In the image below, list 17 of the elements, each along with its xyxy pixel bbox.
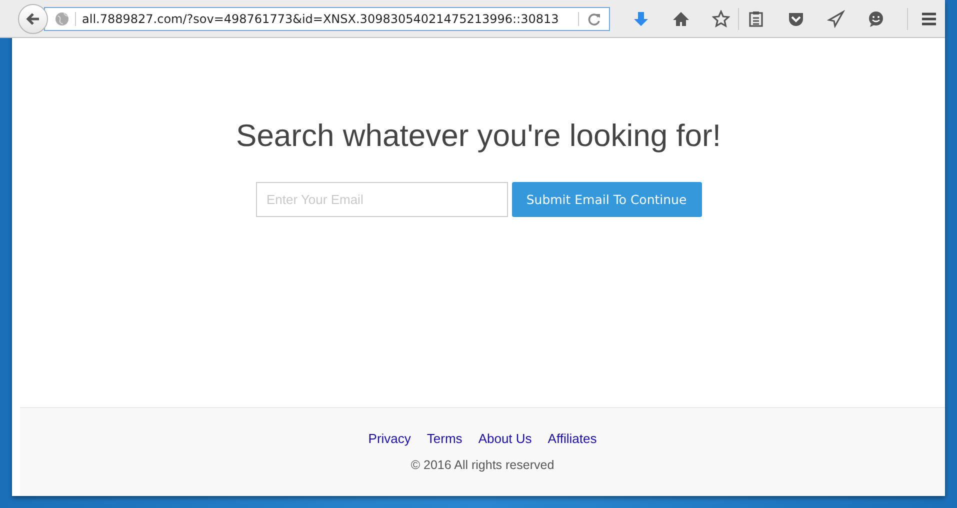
address-bar[interactable]: all.7889827.com/?sov=498761773&id=XNSX.30983054021475213996::30813 xyxy=(44,6,610,30)
globe-icon xyxy=(55,12,69,26)
footer-link[interactable]: Terms xyxy=(426,431,462,446)
paper-plane-icon[interactable] xyxy=(827,10,845,28)
home-icon[interactable] xyxy=(672,10,690,28)
url-text: all.7889827.com/?sov=498761773&id=XNSX.30983054021475213996::30813 xyxy=(75,12,578,26)
smiley-bubble-icon[interactable] xyxy=(867,10,885,28)
download-arrow-icon[interactable] xyxy=(632,10,650,28)
footer-link[interactable]: Privacy xyxy=(368,431,411,446)
copyright-text: © 2016 All rights reserved xyxy=(410,458,554,472)
back-arrow-icon xyxy=(25,10,41,26)
page-heading: Search whatever you're looking for! xyxy=(236,118,721,154)
footer-link[interactable]: Affiliates xyxy=(548,431,597,446)
clipboard-icon[interactable] xyxy=(747,10,765,28)
star-icon[interactable] xyxy=(712,10,730,28)
footer-link[interactable]: About Us xyxy=(478,431,532,446)
back-button[interactable] xyxy=(18,4,48,34)
